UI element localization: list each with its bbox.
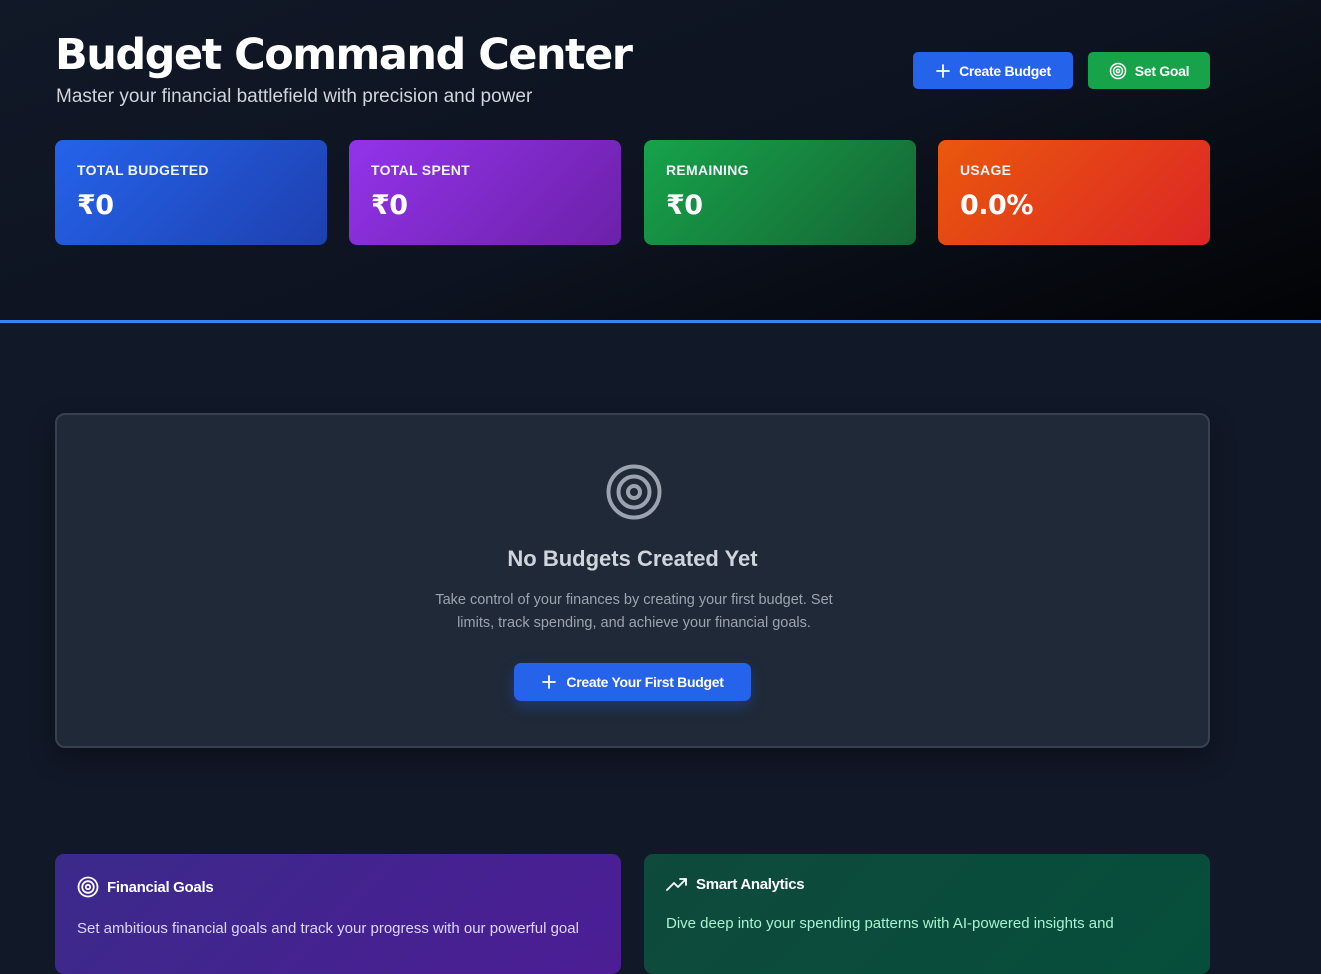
- target-icon: [605, 463, 663, 521]
- feature-description: Set ambitious financial goals and track …: [77, 920, 579, 937]
- feature-header: Financial Goals: [77, 876, 599, 898]
- create-budget-button[interactable]: Create Budget: [913, 52, 1073, 89]
- hero-divider: [0, 320, 1321, 323]
- create-first-budget-label: Create Your First Budget: [566, 674, 724, 690]
- plus-icon: [541, 674, 557, 690]
- stat-label: TOTAL SPENT: [371, 162, 470, 178]
- feature-card-smart-analytics: Smart Analytics Dive deep into your spen…: [644, 854, 1210, 974]
- stat-value: ₹0: [77, 190, 114, 221]
- feature-title: Financial Goals: [107, 878, 214, 896]
- stat-label: TOTAL BUDGETED: [77, 162, 209, 178]
- set-goal-label: Set Goal: [1134, 62, 1190, 79]
- feature-title: Smart Analytics: [696, 876, 805, 893]
- page-title: Budget Command Center: [55, 30, 633, 80]
- plus-icon: [935, 63, 951, 79]
- stat-value: ₹0: [666, 190, 703, 221]
- empty-state-title: No Budgets Created Yet: [507, 546, 758, 571]
- stat-card-total-spent: TOTAL SPENT ₹0: [349, 140, 621, 245]
- empty-state-panel: No Budgets Created Yet Take control of y…: [55, 413, 1210, 748]
- target-icon: [1109, 62, 1127, 80]
- stat-label: REMAINING: [666, 162, 749, 178]
- stat-value: 0.0%: [960, 190, 1033, 221]
- stat-card-usage: USAGE 0.0%: [938, 140, 1210, 245]
- stat-value: ₹0: [371, 190, 408, 221]
- page-subtitle: Master your financial battlefield with p…: [56, 86, 533, 107]
- stat-card-remaining: REMAINING ₹0: [644, 140, 916, 245]
- trending-up-icon: [666, 877, 688, 893]
- feature-card-financial-goals: Financial Goals Set ambitious financial …: [55, 854, 621, 974]
- stat-card-total-budgeted: TOTAL BUDGETED ₹0: [55, 140, 327, 245]
- create-budget-label: Create Budget: [959, 62, 1051, 79]
- target-icon: [77, 876, 99, 898]
- create-first-budget-button[interactable]: Create Your First Budget: [514, 663, 751, 701]
- feature-header: Smart Analytics: [666, 876, 1188, 893]
- set-goal-button[interactable]: Set Goal: [1088, 52, 1210, 89]
- empty-state-description: Take control of your finances by creatin…: [435, 592, 833, 631]
- feature-description: Dive deep into your spending patterns wi…: [666, 915, 1114, 932]
- stat-label: USAGE: [960, 162, 1012, 178]
